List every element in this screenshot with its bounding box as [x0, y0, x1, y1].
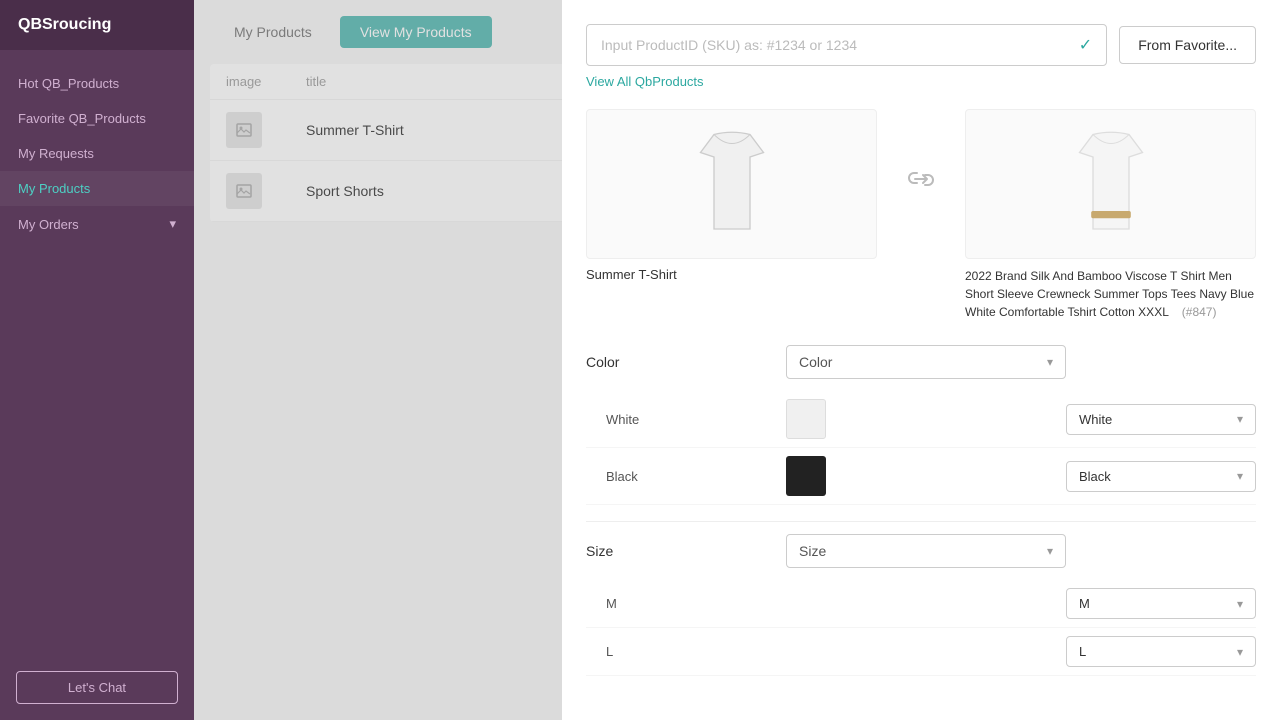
- sidebar-item-favorite-qb[interactable]: Favorite QB_Products: [0, 101, 194, 136]
- sidebar-item-label: My Orders: [18, 217, 79, 232]
- chevron-down-icon: ▾: [1237, 469, 1243, 483]
- variant-name-m: M: [586, 596, 786, 611]
- l-variant-select[interactable]: L ▾: [1066, 636, 1256, 667]
- sidebar-item-my-orders[interactable]: My Orders ▾: [0, 206, 194, 242]
- variant-name-l: L: [586, 644, 786, 659]
- chat-button[interactable]: Let's Chat: [16, 671, 178, 704]
- white-select-value: White: [1079, 412, 1112, 427]
- color-header-row: Color Color ▾: [586, 345, 1256, 379]
- variant-thumb-white: [786, 399, 826, 439]
- product-compare-section: Summer T-Shirt: [586, 109, 1256, 321]
- size-section: Size Size ▾ M M ▾ L: [586, 534, 1256, 676]
- view-all-qb-products-link[interactable]: View All QbProducts: [586, 74, 1256, 89]
- sidebar-item-my-products[interactable]: My Products: [0, 171, 194, 206]
- size-select-value: Size: [799, 543, 826, 559]
- variant-name-black: Black: [586, 469, 786, 484]
- chevron-down-icon: ▾: [1047, 544, 1053, 558]
- left-product-image: [586, 109, 877, 259]
- sidebar-item-hot-qb[interactable]: Hot QB_Products: [0, 66, 194, 101]
- chevron-down-icon: ▾: [169, 216, 176, 232]
- black-variant-select[interactable]: Black ▾: [1066, 461, 1256, 492]
- right-product-card: 2022 Brand Silk And Bamboo Viscose T Shi…: [965, 109, 1256, 321]
- right-product-image: [965, 109, 1256, 259]
- l-select-value: L: [1079, 644, 1086, 659]
- right-product-id: (#847): [1182, 305, 1217, 319]
- size-variant-l: L L ▾: [586, 628, 1256, 676]
- from-favorite-button[interactable]: From Favorite...: [1119, 26, 1256, 64]
- white-variant-select[interactable]: White ▾: [1066, 404, 1256, 435]
- sidebar-nav: Hot QB_Products Favorite QB_Products My …: [0, 50, 194, 655]
- size-select[interactable]: Size ▾: [786, 534, 1066, 568]
- color-select-value: Color: [799, 354, 832, 370]
- m-variant-select[interactable]: M ▾: [1066, 588, 1256, 619]
- color-section: Color Color ▾ White White ▾ Bla: [586, 345, 1256, 505]
- right-product-title: 2022 Brand Silk And Bamboo Viscose T Shi…: [965, 267, 1256, 321]
- variant-thumb-black: [786, 456, 826, 496]
- black-select-value: Black: [1079, 469, 1111, 484]
- app-logo: QBSroucing: [0, 0, 194, 50]
- left-product-card: Summer T-Shirt: [586, 109, 877, 282]
- chevron-down-icon: ▾: [1237, 645, 1243, 659]
- section-divider: [586, 521, 1256, 522]
- sidebar-chat-section: Let's Chat: [0, 655, 194, 720]
- link-icon: [897, 169, 945, 189]
- panel-top-bar: Input ProductID (SKU) as: #1234 or 1234 …: [586, 24, 1256, 66]
- size-header-row: Size Size ▾: [586, 534, 1256, 568]
- size-variant-m: M M ▾: [586, 580, 1256, 628]
- product-link-panel: Input ProductID (SKU) as: #1234 or 1234 …: [562, 0, 1280, 720]
- size-label: Size: [586, 543, 786, 559]
- sidebar-item-my-requests[interactable]: My Requests: [0, 136, 194, 171]
- chevron-down-icon: ▾: [1237, 412, 1243, 426]
- chevron-down-icon: ▾: [1237, 597, 1243, 611]
- color-label: Color: [586, 354, 786, 370]
- chevron-down-icon: ▾: [1047, 355, 1053, 369]
- color-variant-black: Black Black ▾: [586, 448, 1256, 505]
- color-variant-white: White White ▾: [586, 391, 1256, 448]
- sku-placeholder: Input ProductID (SKU) as: #1234 or 1234: [601, 37, 857, 53]
- sidebar: QBSroucing Hot QB_Products Favorite QB_P…: [0, 0, 194, 720]
- color-select[interactable]: Color ▾: [786, 345, 1066, 379]
- variant-name-white: White: [586, 412, 786, 427]
- left-product-title: Summer T-Shirt: [586, 267, 877, 282]
- main-content: My Products View My Products image title…: [194, 0, 1280, 720]
- m-select-value: M: [1079, 596, 1090, 611]
- check-icon: ✓: [1079, 35, 1092, 55]
- sku-input-field[interactable]: Input ProductID (SKU) as: #1234 or 1234 …: [586, 24, 1107, 66]
